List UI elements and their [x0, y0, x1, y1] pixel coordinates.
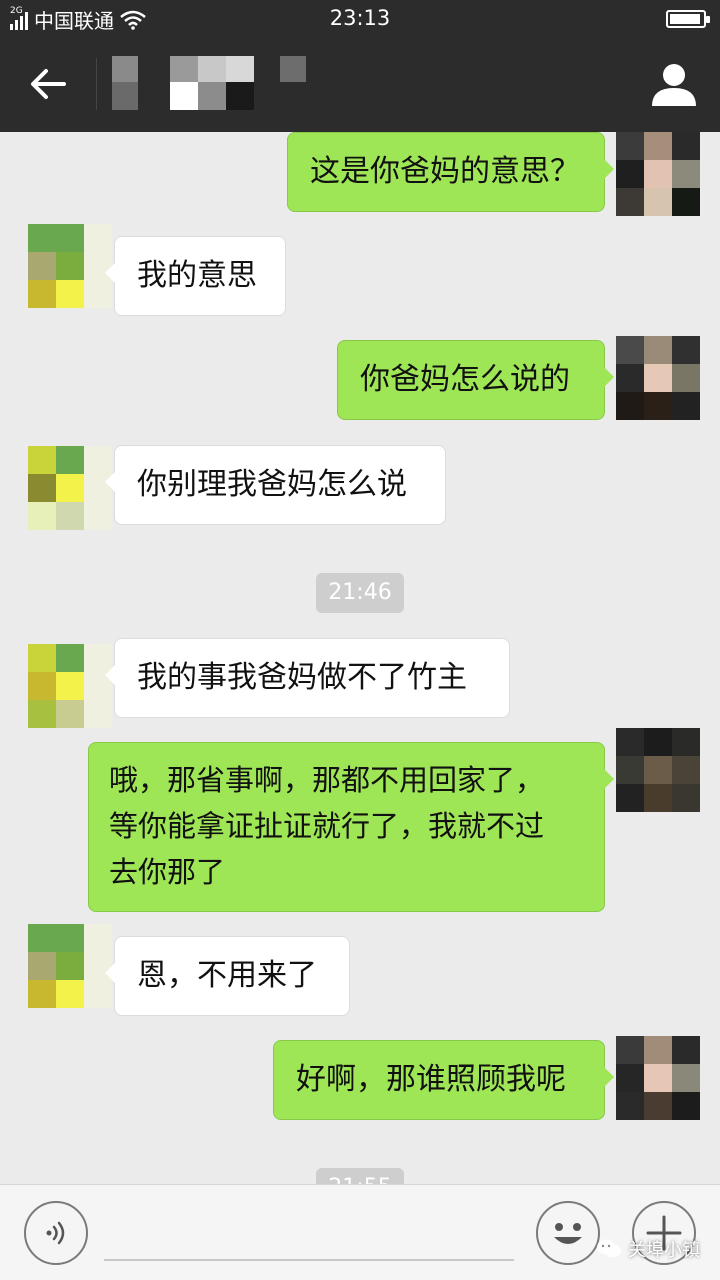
battery-fill [670, 14, 701, 24]
chat-header [0, 36, 720, 132]
message-bubble-outgoing[interactable]: 哦，那省事啊，那都不用回家了， 等你能拿证扯证就行了，我就不过 去你那了 [88, 742, 614, 912]
contact-avatar[interactable] [28, 924, 112, 1008]
voice-icon [46, 1221, 65, 1245]
watermark-text: 关埠小镇 [628, 1240, 700, 1261]
voice-input-button[interactable] [24, 1201, 88, 1265]
my-avatar[interactable] [616, 1036, 700, 1120]
status-time: 23:13 [329, 6, 391, 30]
wechat-icon [597, 1239, 621, 1258]
message-timestamp: 21:46 [316, 573, 404, 613]
message-bubble-outgoing[interactable]: 这是你爸妈的意思？ [287, 132, 614, 212]
contact-avatar[interactable] [28, 224, 112, 308]
message-timestamp: 21:55 [316, 1168, 404, 1184]
emoji-button[interactable] [536, 1201, 600, 1265]
arrow-left-icon [31, 69, 66, 99]
message-bubble-incoming[interactable]: 我的意思 [105, 236, 286, 316]
input-bar [0, 1184, 720, 1280]
battery-icon [666, 10, 710, 28]
my-avatar[interactable] [616, 132, 700, 216]
my-avatar[interactable] [616, 728, 700, 812]
contact-avatar[interactable] [28, 446, 112, 530]
message-input[interactable] [104, 1209, 514, 1261]
message-bubble-outgoing[interactable]: 好啊，那谁照顾我呢 [273, 1040, 614, 1120]
chat-title-obscured [110, 56, 310, 114]
status-bar: 2G 中国联通 23:13 [0, 0, 720, 36]
person-icon [652, 64, 696, 106]
message-list[interactable]: 这是你爸妈的意思？ 我的意思 你爸妈怎么说的 你别理我爸妈怎么说 21:46 我… [0, 132, 720, 1184]
back-button[interactable] [20, 60, 76, 108]
message-bubble-incoming[interactable]: 恩，不用来了 [105, 936, 350, 1016]
message-bubble-incoming[interactable]: 我的事我爸妈做不了竹主 [105, 638, 510, 718]
message-bubble-outgoing[interactable]: 你爸妈怎么说的 [337, 340, 614, 420]
nav-divider [96, 58, 97, 110]
my-avatar[interactable] [616, 336, 700, 420]
chat-info-button[interactable] [650, 62, 698, 106]
smiley-icon [554, 1223, 582, 1244]
message-bubble-incoming[interactable]: 你别理我爸妈怎么说 [105, 445, 446, 525]
contact-avatar[interactable] [28, 644, 112, 728]
source-watermark: 关埠小镇 [596, 1236, 700, 1262]
